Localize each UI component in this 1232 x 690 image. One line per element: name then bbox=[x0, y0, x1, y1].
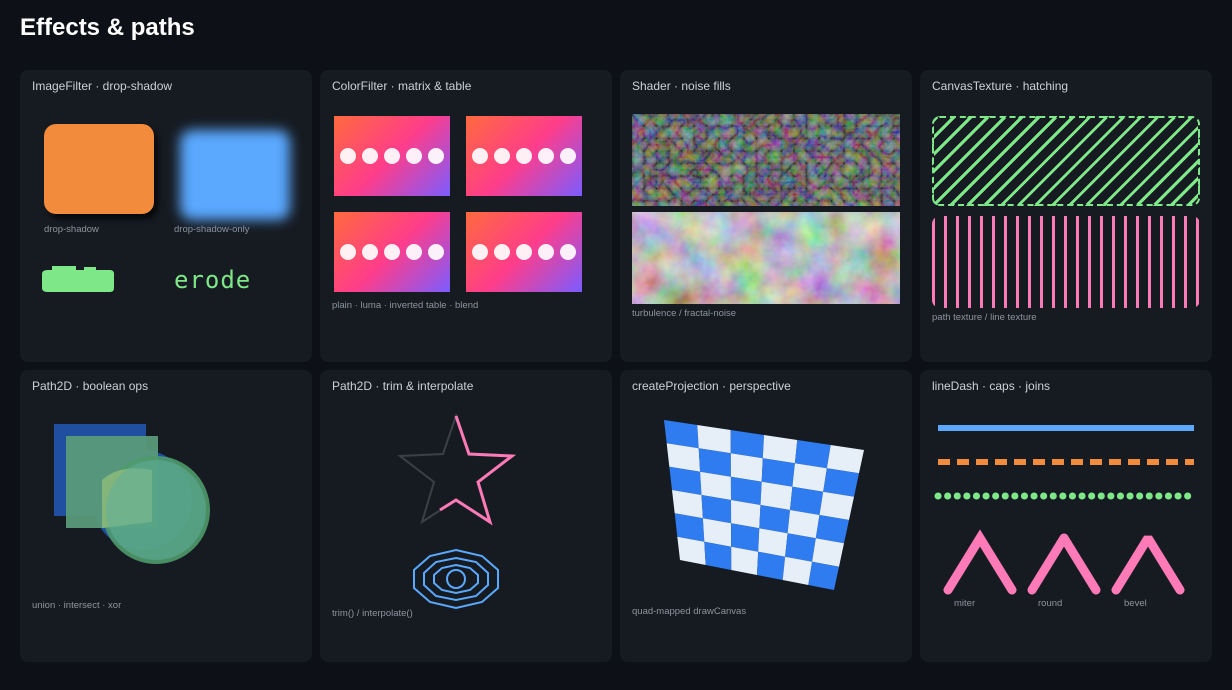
color-tile-blend bbox=[466, 212, 582, 292]
demo-grid: ImageFilter · drop-shadow drop-shadow dr… bbox=[20, 70, 1212, 662]
line-texture-box bbox=[932, 216, 1200, 308]
card-title: Path2D · trim & interpolate bbox=[332, 379, 474, 393]
join-round-label: round bbox=[1038, 598, 1063, 609]
checker-cell bbox=[760, 481, 793, 510]
checker-cell bbox=[819, 491, 854, 520]
checker-cell bbox=[730, 430, 764, 459]
join-miter-label: miter bbox=[954, 598, 976, 609]
checker-cell bbox=[790, 486, 824, 515]
page-title: Effects & paths bbox=[20, 14, 195, 41]
card-title: ImageFilter · drop-shadow bbox=[32, 79, 173, 93]
card-imagefilter: ImageFilter · drop-shadow drop-shadow dr… bbox=[20, 70, 312, 362]
card-linedash: lineDash · caps · joins miter round beve… bbox=[920, 370, 1212, 662]
checker-cell bbox=[758, 528, 788, 557]
turbulence-fill bbox=[632, 114, 900, 206]
checker-cell bbox=[823, 468, 859, 497]
checker-cell bbox=[730, 453, 763, 482]
checker-cell bbox=[731, 523, 760, 552]
checker-cell bbox=[792, 463, 827, 492]
color-tile-plain bbox=[334, 116, 450, 196]
color-tile-inverted bbox=[334, 212, 450, 292]
card-title: Path2D · boolean ops bbox=[32, 379, 149, 393]
trim-caption: trim() / interpolate() bbox=[332, 608, 413, 619]
boolean-caption: union · intersect · xor bbox=[32, 600, 122, 611]
color-tile-luma bbox=[466, 116, 582, 196]
card-title: ColorFilter · matrix & table bbox=[332, 79, 472, 93]
drop-shadow-box bbox=[44, 124, 154, 214]
fractal-noise-fill bbox=[632, 212, 900, 304]
card-projection: createProjection · perspective quad-mapp… bbox=[620, 370, 912, 662]
boolean-shapes bbox=[54, 424, 210, 564]
card-title: lineDash · caps · joins bbox=[932, 379, 1051, 393]
projection-caption: quad-mapped drawCanvas bbox=[632, 606, 747, 617]
checker-cell bbox=[815, 515, 849, 544]
card-title: Shader · noise fills bbox=[632, 79, 731, 93]
dilate-shape bbox=[42, 266, 114, 292]
checker-cell bbox=[808, 561, 839, 590]
projected-checkerboard bbox=[664, 420, 864, 590]
card-canvastexture: CanvasTexture · hatching path texture / … bbox=[920, 70, 1212, 362]
join-bevel-label: bevel bbox=[1124, 598, 1147, 609]
checker-cell bbox=[794, 440, 831, 469]
checker-cell bbox=[759, 505, 790, 534]
checker-cell bbox=[761, 458, 795, 487]
erode-text: erode bbox=[174, 266, 252, 294]
card-shader-noise: Shader · noise fills turbulence / fracta bbox=[620, 70, 912, 362]
line-samples bbox=[934, 425, 1198, 595]
interpolate-rings bbox=[413, 548, 499, 610]
checker-cell bbox=[785, 533, 816, 562]
card-trim-interpolate: Path2D · trim & interpolate trim() / int… bbox=[320, 370, 612, 662]
path-texture-box bbox=[932, 116, 1200, 206]
checker-cell bbox=[762, 435, 798, 464]
card-colorfilter: ColorFilter · matrix & table plain · lum… bbox=[320, 70, 612, 362]
drop-shadow-caption: drop-shadow bbox=[44, 224, 99, 235]
drop-shadow-only-box bbox=[180, 130, 290, 220]
checker-cell bbox=[812, 538, 844, 567]
checker-cell bbox=[826, 445, 864, 474]
checker-cell bbox=[757, 551, 786, 580]
colorfilter-caption: plain · luma · inverted table · blend bbox=[332, 300, 479, 311]
texture-caption: path texture / line texture bbox=[932, 312, 1037, 323]
checker-cell bbox=[782, 556, 813, 585]
drop-shadow-only-caption: drop-shadow-only bbox=[174, 224, 250, 235]
noise-caption: turbulence / fractal-noise bbox=[632, 308, 737, 319]
card-title: CanvasTexture · hatching bbox=[932, 79, 1069, 93]
card-boolean-ops: Path2D · boolean ops union · intersect ·… bbox=[20, 370, 312, 662]
checker-cell bbox=[787, 510, 820, 539]
